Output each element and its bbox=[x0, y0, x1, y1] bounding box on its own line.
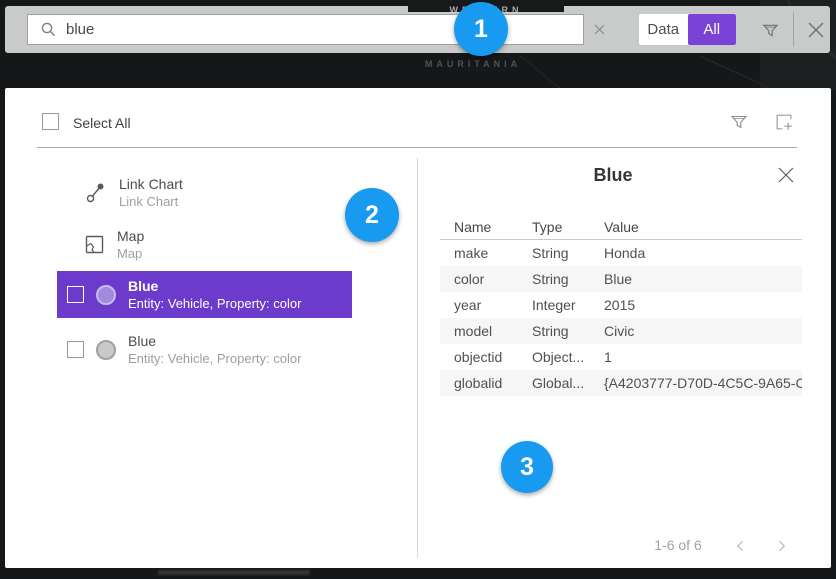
header-divider bbox=[37, 147, 797, 148]
toggle-option-all[interactable]: All bbox=[688, 14, 737, 45]
clear-search-button[interactable] bbox=[583, 14, 616, 45]
callout-2: 2 bbox=[345, 188, 399, 242]
column-header-name: Name bbox=[454, 219, 532, 235]
entity-circle-icon bbox=[96, 285, 116, 305]
add-selection-icon bbox=[774, 112, 795, 133]
pagination-next-button[interactable] bbox=[770, 535, 792, 557]
list-detail-divider bbox=[417, 158, 418, 558]
item-title: Map bbox=[117, 228, 144, 244]
toolbar-divider bbox=[793, 12, 794, 47]
pagination-label: 1-6 of 6 bbox=[633, 537, 723, 553]
callout-3: 3 bbox=[501, 441, 553, 493]
map-label-mauritania: MAURITANIA bbox=[393, 59, 553, 69]
attribute-table: Name Type Value make String Honda color … bbox=[440, 215, 802, 396]
close-icon bbox=[777, 166, 795, 184]
link-chart-icon bbox=[85, 180, 107, 204]
item-title: Blue bbox=[128, 278, 301, 294]
table-row: objectid Object... 1 bbox=[440, 344, 802, 370]
results-panel: Select All bbox=[5, 88, 831, 568]
list-item-link-chart[interactable]: Link Chart Link Chart bbox=[57, 168, 352, 216]
panel-filter-button[interactable] bbox=[727, 110, 751, 134]
app-window: MAURITANIA WESTERN Data All bbox=[0, 0, 836, 579]
item-title: Link Chart bbox=[119, 176, 183, 192]
map-label-smudge bbox=[158, 570, 310, 575]
close-icon bbox=[594, 24, 605, 35]
chevron-right-icon bbox=[773, 538, 789, 554]
close-search-button[interactable] bbox=[800, 15, 832, 45]
filter-funnel-icon bbox=[729, 112, 749, 132]
detail-title: Blue bbox=[418, 165, 808, 186]
table-header-row: Name Type Value bbox=[440, 215, 802, 240]
table-row: color String Blue bbox=[440, 266, 802, 292]
filter-button[interactable] bbox=[756, 17, 784, 43]
close-icon bbox=[806, 20, 826, 40]
detail-close-button[interactable] bbox=[775, 164, 797, 186]
filter-funnel-icon bbox=[761, 21, 780, 40]
map-icon bbox=[84, 233, 105, 255]
item-subtitle: Link Chart bbox=[119, 194, 183, 209]
table-row: model String Civic bbox=[440, 318, 802, 344]
add-selection-button[interactable] bbox=[772, 110, 796, 134]
chevron-left-icon bbox=[733, 538, 749, 554]
item-checkbox[interactable] bbox=[67, 286, 84, 303]
item-subtitle: Map bbox=[117, 246, 144, 261]
table-row: globalid Global... {A4203777-D70D-4C5C-9… bbox=[440, 370, 802, 396]
select-all-checkbox[interactable] bbox=[42, 113, 59, 130]
pagination-prev-button[interactable] bbox=[730, 535, 752, 557]
table-row: year Integer 2015 bbox=[440, 292, 802, 318]
table-row: make String Honda bbox=[440, 240, 802, 266]
entity-circle-icon bbox=[96, 340, 116, 360]
item-subtitle: Entity: Vehicle, Property: color bbox=[128, 351, 301, 366]
callout-1: 1 bbox=[454, 2, 508, 56]
list-item-blue[interactable]: Blue Entity: Vehicle, Property: color bbox=[57, 326, 352, 373]
column-header-value: Value bbox=[604, 219, 802, 235]
search-toolbar: Data All bbox=[5, 6, 830, 53]
list-item-map[interactable]: Map Map bbox=[57, 220, 352, 268]
item-checkbox[interactable] bbox=[67, 341, 84, 358]
item-subtitle: Entity: Vehicle, Property: color bbox=[128, 296, 301, 311]
select-all-label: Select All bbox=[73, 115, 131, 131]
item-title: Blue bbox=[128, 333, 301, 349]
search-icon bbox=[40, 21, 57, 38]
column-header-type: Type bbox=[532, 219, 604, 235]
list-item-blue-selected[interactable]: Blue Entity: Vehicle, Property: color bbox=[57, 271, 352, 318]
data-all-toggle: Data All bbox=[639, 14, 736, 45]
toggle-option-data[interactable]: Data bbox=[639, 14, 688, 45]
